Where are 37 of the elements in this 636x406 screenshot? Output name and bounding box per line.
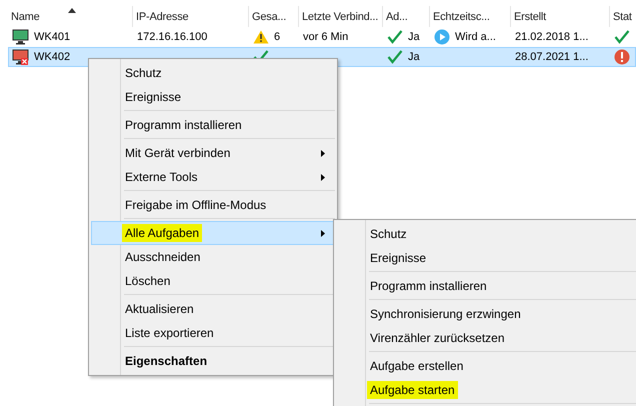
menu-item[interactable]: Ereignisse <box>336 246 636 270</box>
column-header[interactable]: Ad... <box>383 6 430 27</box>
table-cell: WK401 <box>34 31 70 43</box>
menu-item[interactable]: Externe Tools <box>91 165 335 189</box>
menu-item[interactable]: Virenzähler zurücksetzen <box>336 326 636 350</box>
menu-item[interactable]: Aktualisieren <box>91 297 335 321</box>
menu-item[interactable]: Liste exportieren <box>91 321 335 345</box>
table-cell: WK402 <box>34 51 70 63</box>
menu-item[interactable]: Programm installieren <box>336 274 636 298</box>
menu-item[interactable]: Alle Aufgaben <box>91 221 335 245</box>
column-header[interactable]: Erstellt <box>511 6 610 27</box>
table-row[interactable]: WK401 172.16.16.100 6 vor 6 Min Ja Wird a... 21.02.2018 1... <box>8 27 636 47</box>
menu-item[interactable]: Aufgabe starten <box>336 378 636 402</box>
menu-item[interactable]: Mit Gerät verbinden <box>91 141 335 165</box>
menu-item[interactable]: Eigenschaften <box>91 349 335 373</box>
table-cell: vor 6 Min <box>303 31 348 43</box>
table-cell: Wird a... <box>455 31 496 43</box>
column-header[interactable]: Gesa... <box>249 6 299 27</box>
column-header[interactable]: IP-Adresse <box>133 6 249 27</box>
menu-item[interactable]: Schutz <box>336 222 636 246</box>
column-header[interactable]: Echtzeitsc... <box>430 6 511 27</box>
table-cell: 6 <box>274 31 280 43</box>
column-header[interactable]: Stat <box>610 6 636 27</box>
column-header[interactable]: Name <box>8 6 133 27</box>
table-cell: 172.16.16.100 <box>137 31 208 43</box>
menu-item[interactable]: Ausschneiden <box>91 245 335 269</box>
table-cell: Ja <box>408 31 420 43</box>
menu-item[interactable]: Programm installieren <box>91 113 335 137</box>
menu-item[interactable]: Freigabe im Offline-Modus <box>91 193 335 217</box>
menu-item[interactable]: Ereignisse <box>91 85 335 109</box>
table-cell: 28.07.2021 1... <box>515 51 588 63</box>
menu-item[interactable]: Synchronisierung erzwingen <box>336 302 636 326</box>
table-cell: 21.02.2018 1... <box>515 31 588 43</box>
menu-item[interactable]: Aufgabe erstellen <box>336 354 636 378</box>
table-cell: Ja <box>408 51 420 63</box>
column-header[interactable]: Letzte Verbind... <box>299 6 383 27</box>
menu-item[interactable]: Löschen <box>91 269 335 293</box>
